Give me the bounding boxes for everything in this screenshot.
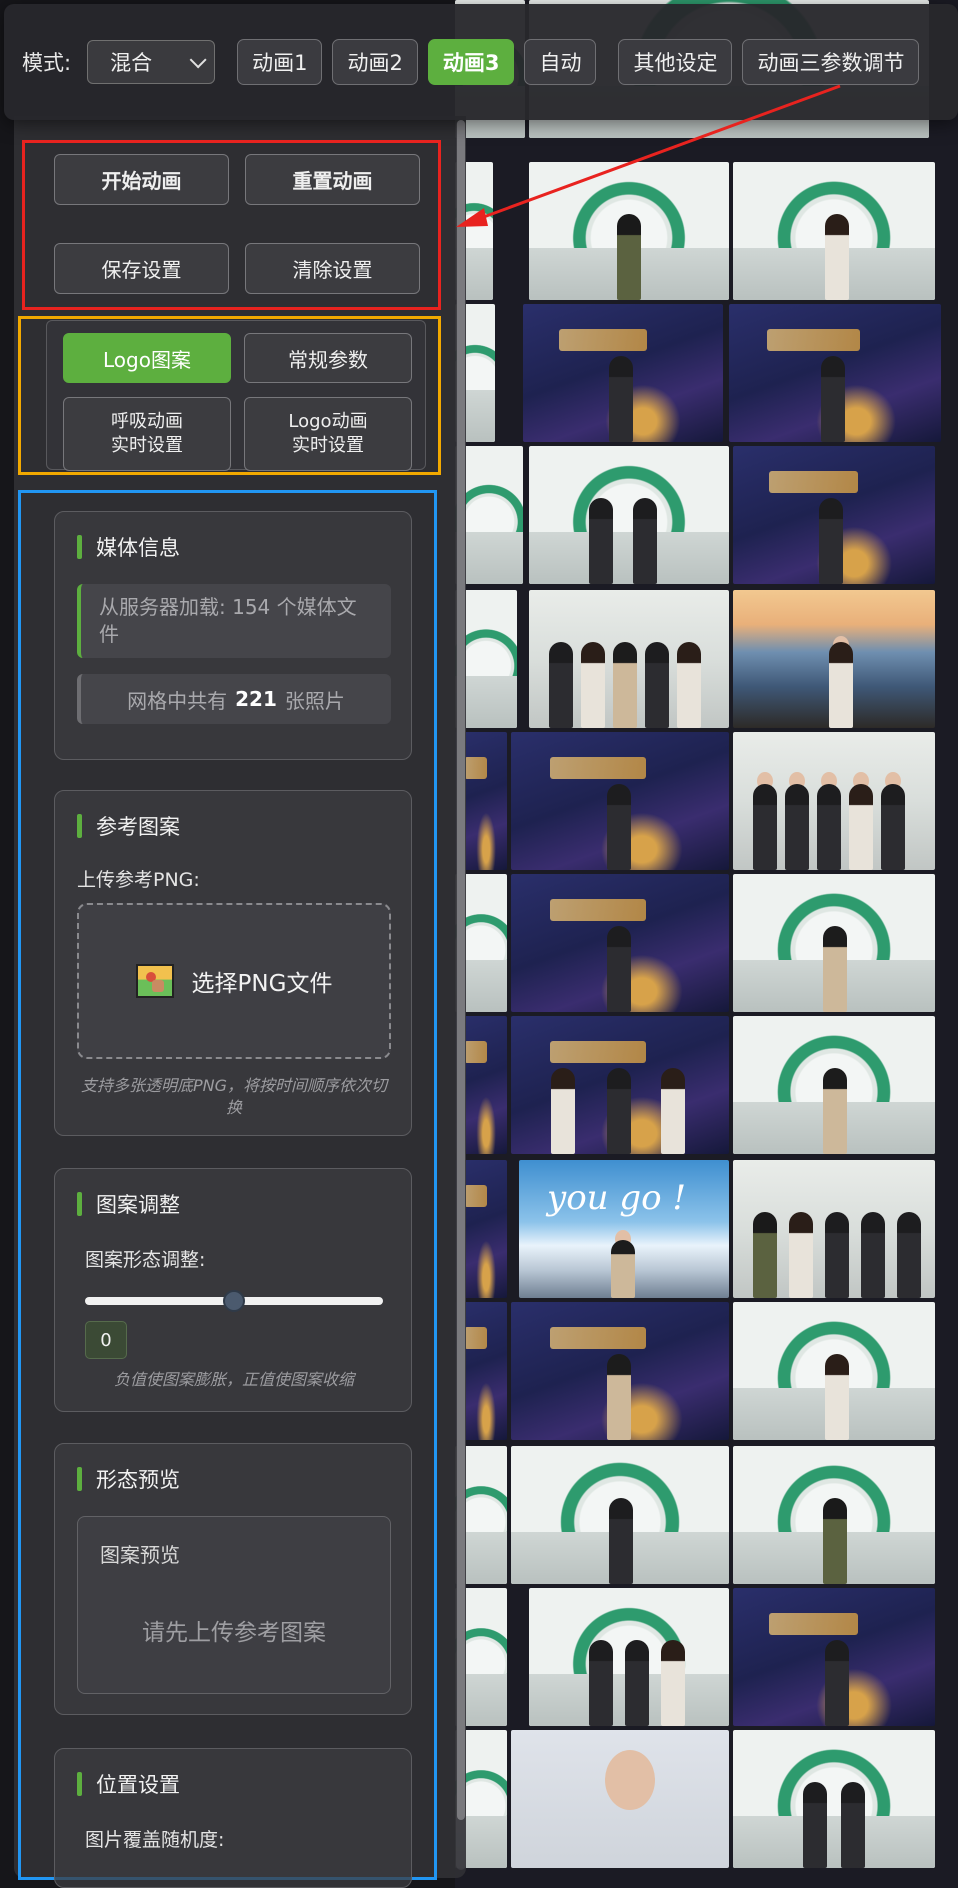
reset-animation-button[interactable]: 重置动画 (245, 154, 420, 205)
grid-count-value: 221 (235, 687, 277, 711)
tab-logo-anim-line1: Logo动画 (288, 410, 368, 432)
animation2-button[interactable]: 动画2 (332, 39, 418, 85)
pattern-preview-empty-text: 请先上传参考图案 (142, 1620, 326, 1646)
pattern-adjust-card: 图案调整 图案形态调整: 0 负值使图案膨胀，正值使图案收缩 (54, 1168, 412, 1412)
upload-hint: 支持多张透明底PNG，将按时间顺序依次切换 (80, 1076, 388, 1117)
clear-settings-button[interactable]: 清除设置 (245, 243, 420, 294)
media-info-title-text: 媒体信息 (96, 536, 180, 560)
media-info-title: 媒体信息 (77, 534, 180, 560)
tab-logo-pattern[interactable]: Logo图案 (63, 333, 231, 383)
media-info-card: 媒体信息 从服务器加载: 154 个媒体文件 网格中共有 221 张照片 (54, 511, 412, 760)
shape-preview-title: 形态预览 (77, 1466, 180, 1492)
pattern-preview-box: 图案预览 请先上传参考图案 (77, 1516, 391, 1694)
shape-preview-title-text: 形态预览 (96, 1468, 180, 1492)
photo-tile (733, 1302, 935, 1440)
photo-tile (733, 1446, 935, 1584)
chevron-down-icon (189, 51, 207, 69)
grid-photo-count: 网格中共有 221 张照片 (77, 674, 391, 724)
shape-preview-card: 形态预览 图案预览 请先上传参考图案 (54, 1443, 412, 1715)
photo-tile (511, 1446, 729, 1584)
pattern-preview-label: 图案预览 (100, 1543, 180, 1567)
mode-toolbar: 模式: 混合 动画1 动画2 动画3 自动 其他设定 动画三参数调节 (4, 4, 958, 120)
mode-select[interactable]: 混合 (87, 40, 216, 84)
photo-tile (733, 732, 935, 870)
tab-logo-animation[interactable]: Logo动画 实时设置 (244, 397, 412, 471)
panel-scrollbar-thumb[interactable] (457, 120, 465, 1820)
pattern-shape-label: 图案形态调整: (85, 1249, 206, 1271)
reference-pattern-card: 参考图案 上传参考PNG: 选择PNG文件 支持多张透明底PNG，将按时间顺序依… (54, 790, 412, 1136)
tab-breath-animation[interactable]: 呼吸动画 实时设置 (63, 397, 231, 471)
animation3-button[interactable]: 动画3 (427, 39, 515, 85)
pattern-adjust-hint: 负值使图案膨胀，正值使图案收缩 (113, 1370, 354, 1389)
pattern-adjust-title-text: 图案调整 (96, 1193, 180, 1217)
media-loaded-status: 从服务器加载: 154 个媒体文件 (77, 584, 391, 658)
reference-pattern-title: 参考图案 (77, 813, 180, 839)
photo-tile (511, 1302, 729, 1440)
mode-label: 模式: (22, 51, 72, 75)
overlay-randomness-label: 图片覆盖随机度: (85, 1829, 225, 1851)
grid-count-prefix: 网格中共有 (127, 688, 228, 713)
pattern-adjust-title: 图案调整 (77, 1191, 180, 1217)
other-settings-button[interactable]: 其他设定 (618, 39, 733, 85)
tab-logo-anim-line2: 实时设置 (292, 435, 364, 456)
photo-tile (529, 446, 729, 584)
animation1-button[interactable]: 动画1 (237, 39, 323, 85)
photo-tile (511, 1016, 729, 1154)
photo-tile (733, 1730, 935, 1868)
photo-tile (733, 874, 935, 1012)
position-settings-title-text: 位置设置 (96, 1773, 180, 1797)
photo-tile (733, 1016, 935, 1154)
upload-png-label: 上传参考PNG: (77, 869, 200, 891)
reference-pattern-title-text: 参考图案 (96, 815, 180, 839)
position-settings-title: 位置设置 (77, 1771, 180, 1797)
photo-tile (529, 590, 729, 728)
png-upload-dropzone[interactable]: 选择PNG文件 (77, 903, 391, 1059)
tab-general-params[interactable]: 常规参数 (244, 333, 412, 383)
position-settings-card: 位置设置 图片覆盖随机度: (54, 1748, 412, 1888)
pattern-shape-slider-thumb[interactable] (223, 1290, 245, 1312)
photo-tile (733, 590, 935, 728)
auto-button[interactable]: 自动 (524, 39, 597, 85)
tab-breath-line2: 实时设置 (111, 435, 183, 456)
animation3-params-button[interactable]: 动画三参数调节 (742, 39, 920, 85)
photo-tile (511, 874, 729, 1012)
choose-png-label: 选择PNG文件 (191, 971, 333, 997)
photo-tile (733, 1588, 935, 1726)
photo-tile (511, 732, 729, 870)
tab-breath-line1: 呼吸动画 (111, 410, 183, 432)
save-settings-button[interactable]: 保存设置 (54, 243, 229, 294)
photo-tile: you go ! (519, 1160, 729, 1298)
photo-tile (511, 1730, 729, 1868)
photo-tile (529, 1588, 729, 1726)
image-icon (135, 964, 174, 998)
mode-select-value: 混合 (110, 51, 153, 75)
pattern-shape-value[interactable]: 0 (85, 1321, 127, 1359)
grid-count-suffix: 张照片 (284, 688, 345, 713)
sky-tile-text: you go ! (547, 1178, 687, 1218)
photo-tile (733, 446, 935, 584)
photo-tile (523, 304, 723, 442)
start-animation-button[interactable]: 开始动画 (54, 154, 229, 205)
photo-tile (729, 304, 941, 442)
photo-tile (529, 162, 729, 300)
photo-tile (733, 162, 935, 300)
photo-wall: you go ! (455, 0, 958, 1888)
photo-tile (733, 1160, 935, 1298)
